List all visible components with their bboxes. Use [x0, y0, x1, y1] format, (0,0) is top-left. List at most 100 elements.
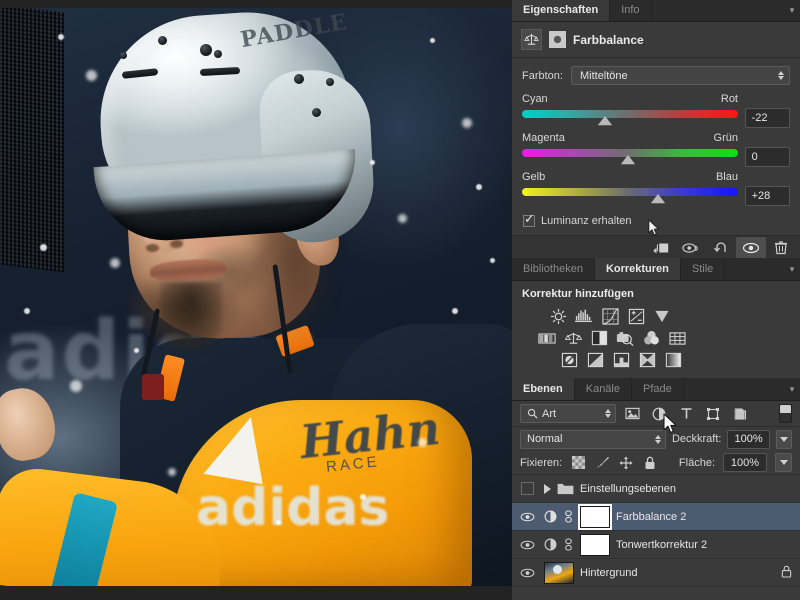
smart-object-filter-icon[interactable] — [729, 404, 751, 423]
shape-layer-filter-icon[interactable] — [702, 404, 724, 423]
snowflake — [360, 494, 366, 500]
filter-enable-toggle[interactable] — [779, 404, 792, 423]
tab-info[interactable]: Info — [610, 0, 651, 21]
type-layer-filter-icon[interactable] — [675, 404, 697, 423]
blend-mode-select[interactable]: Normal — [520, 430, 666, 449]
group-expand-arrow-icon[interactable] — [544, 484, 551, 494]
tab-korrekturen[interactable]: Korrekturen — [595, 258, 681, 280]
properties-panel: Eigenschaften Info ▾ Farbbalanc — [512, 0, 800, 259]
snowflake — [86, 70, 97, 81]
pixel-layer-filter-icon[interactable] — [621, 404, 643, 423]
layer-row-farbbalance[interactable]: Farbbalance 2 — [512, 503, 800, 531]
brightness-contrast-icon[interactable] — [548, 306, 568, 326]
adjustment-layer-icon — [544, 510, 557, 523]
page-title: Farbbalance — [573, 33, 644, 47]
link-mask-icon[interactable] — [563, 538, 574, 551]
tab-bibliotheken[interactable]: Bibliotheken — [512, 258, 595, 280]
vibrance-icon[interactable] — [652, 306, 672, 326]
visibility-toggle[interactable] — [516, 568, 538, 578]
folder-icon — [557, 482, 574, 495]
fill-dropdown-icon[interactable] — [775, 453, 792, 472]
slider-magenta-green-labels: Magenta Grün — [522, 132, 738, 144]
invert-icon[interactable] — [559, 350, 579, 370]
slider-magenta-green-value[interactable]: 0 — [745, 147, 790, 167]
panel-menu-icon[interactable]: ▾ — [784, 378, 800, 400]
curves-icon[interactable] — [600, 306, 620, 326]
balance-scales-icon — [521, 29, 542, 50]
layer-row-group[interactable]: Einstellungsebenen — [512, 475, 800, 503]
panel-menu-icon[interactable]: ▾ — [784, 0, 800, 21]
luminance-label: Luminanz erhalten — [541, 215, 632, 227]
tab-pfade[interactable]: Pfade — [632, 378, 684, 400]
corrections-row-3 — [512, 349, 800, 371]
helmet-vent-2 — [200, 44, 212, 56]
layer-mask-thumbnail[interactable] — [580, 506, 610, 528]
tone-select[interactable]: Mitteltöne — [571, 66, 790, 85]
clip-to-layer-icon[interactable] — [646, 237, 676, 259]
fill-label: Fläche: — [679, 457, 715, 469]
toggle-visibility-icon[interactable] — [736, 237, 766, 259]
link-mask-icon[interactable] — [563, 510, 574, 523]
tab-kanaele[interactable]: Kanäle — [575, 378, 632, 400]
luminance-row[interactable]: Luminanz erhalten — [512, 206, 800, 235]
color-balance-icon[interactable] — [563, 328, 583, 348]
opacity-dropdown-icon[interactable] — [776, 430, 792, 449]
slider-yellow-blue-thumb[interactable] — [651, 194, 665, 203]
luminance-checkbox[interactable] — [523, 215, 535, 227]
opacity-value[interactable]: 100% — [727, 430, 769, 449]
tab-eigenschaften[interactable]: Eigenschaften — [512, 0, 610, 21]
layer-mask-thumbnail[interactable] — [580, 534, 610, 556]
search-icon — [527, 408, 538, 419]
gradient-map-icon[interactable] — [663, 350, 683, 370]
lock-transparency-icon[interactable] — [570, 455, 586, 471]
slider-left-label: Gelb — [522, 171, 545, 183]
photo-filter-icon[interactable] — [615, 328, 635, 348]
black-white-icon[interactable] — [589, 328, 609, 348]
slider-cyan-red-value[interactable]: -22 — [745, 108, 790, 128]
tab-ebenen[interactable]: Ebenen — [512, 378, 575, 400]
tab-stile[interactable]: Stile — [681, 258, 725, 280]
slider-magenta-green-track-wrap[interactable] — [522, 147, 735, 165]
tab-bar-spacer — [725, 258, 784, 280]
posterize-icon[interactable] — [585, 350, 605, 370]
snowflake — [40, 244, 47, 251]
layer-name: Farbbalance 2 — [616, 511, 686, 523]
adjustment-layer-filter-icon[interactable] — [648, 404, 670, 423]
canvas-area[interactable]: adidas adidas Hahn RACE — [0, 0, 512, 600]
chevron-updown-icon — [655, 435, 661, 444]
hue-saturation-icon[interactable] — [537, 328, 557, 348]
threshold-icon[interactable] — [611, 350, 631, 370]
layer-kind-select[interactable]: Art — [520, 404, 616, 423]
slider-yellow-blue-value[interactable]: +28 — [745, 186, 790, 206]
tone-label: Farbton: — [522, 70, 563, 82]
corrections-title: Korrektur hinzufügen — [512, 281, 800, 305]
slider-cyan-red-thumb[interactable] — [598, 116, 612, 125]
layer-thumbnail[interactable] — [544, 562, 574, 584]
snowflake — [476, 184, 482, 190]
visibility-toggle-empty[interactable] — [516, 482, 538, 495]
levels-icon[interactable] — [574, 306, 594, 326]
fill-value[interactable]: 100% — [723, 453, 767, 472]
layer-row-tonwertkorrektur[interactable]: Tonwertkorrektur 2 — [512, 531, 800, 559]
view-previous-state-icon[interactable] — [676, 237, 706, 259]
lock-all-icon[interactable] — [642, 455, 658, 471]
selective-color-icon[interactable] — [637, 350, 657, 370]
layer-filter-row: Art — [512, 401, 800, 427]
layer-row-hintergrund[interactable]: Hintergrund — [512, 559, 800, 587]
panel-menu-icon[interactable]: ▾ — [784, 258, 800, 280]
lock-image-pixels-icon[interactable] — [594, 455, 610, 471]
lock-position-icon[interactable] — [618, 455, 634, 471]
visibility-toggle[interactable] — [516, 512, 538, 522]
document-image[interactable]: adidas adidas Hahn RACE — [0, 8, 512, 586]
slider-magenta-green-thumb[interactable] — [621, 155, 635, 164]
slider-cyan-red-track[interactable] — [522, 110, 738, 118]
exposure-icon[interactable] — [626, 306, 646, 326]
delete-layer-icon[interactable] — [766, 237, 796, 259]
slider-cyan-red-track-wrap[interactable] — [522, 108, 735, 126]
reset-icon[interactable] — [706, 237, 736, 259]
channel-mixer-icon[interactable] — [641, 328, 661, 348]
slider-yellow-blue-track-wrap[interactable] — [522, 186, 735, 204]
visibility-toggle[interactable] — [516, 540, 538, 550]
slider-yellow-blue-track[interactable] — [522, 188, 738, 196]
color-lookup-icon[interactable] — [667, 328, 687, 348]
